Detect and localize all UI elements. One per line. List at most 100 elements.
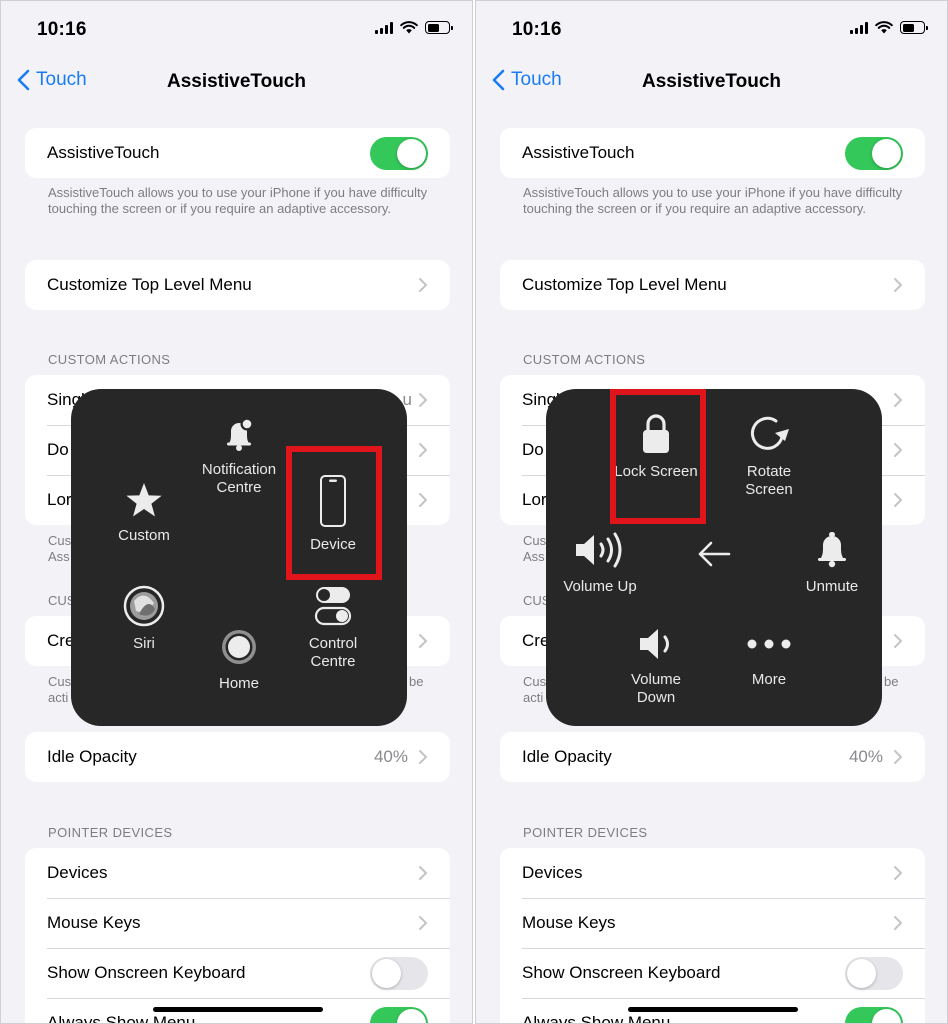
idle-opacity-value: 40% xyxy=(848,747,883,766)
device-highlight-box xyxy=(286,446,382,580)
show-onscreen-keyboard-label: Show Onscreen Keyboard xyxy=(47,963,246,982)
customize-top-level-menu-row[interactable]: Customize Top Level Menu xyxy=(25,260,450,310)
chevron-right-icon xyxy=(894,493,902,507)
idle-opacity-label: Idle Opacity xyxy=(522,747,612,766)
cellular-signal-icon xyxy=(375,21,393,34)
unmute-button[interactable]: Unmute xyxy=(786,530,878,596)
custom-actions-header: CUSTOM ACTIONS xyxy=(523,352,646,367)
page-title: AssistiveTouch xyxy=(166,71,307,92)
cellular-signal-icon xyxy=(850,21,868,34)
mouse-keys-row[interactable]: Mouse Keys xyxy=(25,898,450,948)
custom-actions-header: CUSTOM ACTIONS xyxy=(48,352,171,367)
devices-row[interactable]: Devices xyxy=(500,848,925,898)
volume-up-button[interactable]: Volume Up xyxy=(554,530,646,596)
custom-button[interactable]: Custom xyxy=(101,481,187,545)
always-show-menu-toggle[interactable] xyxy=(845,1007,903,1023)
navigation-bar: Touch AssistiveTouch xyxy=(476,63,947,103)
wifi-icon xyxy=(875,21,893,34)
volume-down-button[interactable]: Volume Down xyxy=(611,625,701,707)
status-bar: 10:16 xyxy=(1,1,472,57)
show-onscreen-keyboard-toggle[interactable] xyxy=(370,957,428,990)
idle-opacity-row[interactable]: Idle Opacity 40% xyxy=(500,732,925,782)
customize-top-level-menu-row[interactable]: Customize Top Level Menu xyxy=(500,260,925,310)
control-centre-button[interactable]: Control Centre xyxy=(285,585,381,671)
lock-screen-highlight-box xyxy=(610,389,706,524)
home-indicator xyxy=(628,1007,798,1012)
long-press-label: Lor xyxy=(522,490,547,509)
assistivetouch-row: AssistiveTouch xyxy=(25,128,450,178)
chevron-right-icon xyxy=(419,750,427,764)
siri-label: Siri xyxy=(133,635,155,652)
chevron-right-icon xyxy=(419,866,427,880)
control-centre-toggles-icon xyxy=(314,587,352,626)
phone-right: 10:16 Touch AssistiveTouch AssistiveTouc… xyxy=(475,0,948,1024)
pointer-devices-group: Devices Mouse Keys Show Onscreen Keyboar… xyxy=(500,848,925,1024)
status-bar: 10:16 xyxy=(476,1,947,57)
assistivetouch-label: AssistiveTouch xyxy=(47,143,160,162)
custom-gestures-note-1: Cus xyxy=(48,674,72,689)
chevron-right-icon xyxy=(894,866,902,880)
chevron-right-icon xyxy=(419,443,427,457)
navigation-bar: Touch AssistiveTouch xyxy=(1,63,472,103)
notification-centre-label: Notification Centre xyxy=(201,461,277,496)
always-show-menu-label: Always Show Menu xyxy=(522,1013,671,1024)
star-icon xyxy=(126,483,162,517)
status-time: 10:16 xyxy=(512,19,562,40)
rotate-screen-label: Rotate Screen xyxy=(745,463,793,498)
page-title: AssistiveTouch xyxy=(641,71,782,92)
custom-actions-note-2: Ass xyxy=(523,549,545,564)
devices-row[interactable]: Devices xyxy=(25,848,450,898)
chevron-right-icon xyxy=(894,916,902,930)
idle-opacity-label: Idle Opacity xyxy=(47,747,137,766)
custom-gestures-note-3: be xyxy=(884,674,899,689)
show-onscreen-keyboard-label: Show Onscreen Keyboard xyxy=(522,963,721,982)
custom-label: Custom xyxy=(118,527,170,544)
rotate-icon xyxy=(750,416,789,450)
double-tap-label: Do xyxy=(47,440,69,459)
customize-menu-group: Customize Top Level Menu xyxy=(500,260,925,310)
volume-down-icon xyxy=(640,629,669,659)
assistivetouch-device-menu: Lock Screen Rotate Screen Volume Up Unmu… xyxy=(546,389,882,726)
chevron-right-icon xyxy=(419,916,427,930)
assistivetouch-row: AssistiveTouch xyxy=(500,128,925,178)
battery-icon xyxy=(425,21,453,34)
custom-actions-note-1: Cus xyxy=(48,533,72,548)
screenshot-composite: 10:16 Touch AssistiveTouch AssistiveTouc… xyxy=(0,0,948,1024)
assistivetouch-toggle[interactable] xyxy=(845,137,903,170)
home-button[interactable]: Home xyxy=(197,627,281,693)
chevron-right-icon xyxy=(894,634,902,648)
notification-centre-button[interactable]: Notification Centre xyxy=(189,415,289,497)
chevron-right-icon xyxy=(894,278,902,292)
custom-gestures-note-1: Cus xyxy=(523,674,547,689)
chevron-right-icon xyxy=(419,634,427,648)
control-centre-label: Control Centre xyxy=(308,635,358,670)
siri-button[interactable]: Siri xyxy=(101,585,187,653)
mouse-keys-label: Mouse Keys xyxy=(47,913,141,932)
custom-actions-note-2: Ass xyxy=(48,549,70,564)
idle-opacity-group: Idle Opacity 40% xyxy=(500,732,925,782)
home-button-icon xyxy=(222,630,256,664)
rotate-screen-button[interactable]: Rotate Screen xyxy=(724,411,814,499)
idle-opacity-row[interactable]: Idle Opacity 40% xyxy=(25,732,450,782)
pointer-devices-header: POINTER DEVICES xyxy=(48,825,173,840)
custom-gestures-note-2: acti xyxy=(523,690,544,705)
back-arrow-button[interactable] xyxy=(694,539,734,577)
customize-menu-group: Customize Top Level Menu xyxy=(25,260,450,310)
double-tap-label: Do xyxy=(522,440,544,459)
always-show-menu-toggle[interactable] xyxy=(370,1007,428,1023)
assistivetouch-toggle[interactable] xyxy=(370,137,428,170)
more-button[interactable]: More xyxy=(724,625,814,689)
status-icons xyxy=(375,21,453,34)
chevron-right-icon xyxy=(894,750,902,764)
customize-top-level-menu-label: Customize Top Level Menu xyxy=(47,275,252,294)
status-time: 10:16 xyxy=(37,19,87,40)
show-onscreen-keyboard-toggle[interactable] xyxy=(845,957,903,990)
customize-top-level-menu-label: Customize Top Level Menu xyxy=(522,275,727,294)
custom-gestures-note-2: acti xyxy=(48,690,69,705)
status-icons xyxy=(850,21,928,34)
pointer-devices-header: POINTER DEVICES xyxy=(523,825,648,840)
pointer-devices-group: Devices Mouse Keys Show Onscreen Keyboar… xyxy=(25,848,450,1023)
mouse-keys-row[interactable]: Mouse Keys xyxy=(500,898,925,948)
unmute-label: Unmute xyxy=(805,578,859,595)
devices-label: Devices xyxy=(47,863,108,882)
